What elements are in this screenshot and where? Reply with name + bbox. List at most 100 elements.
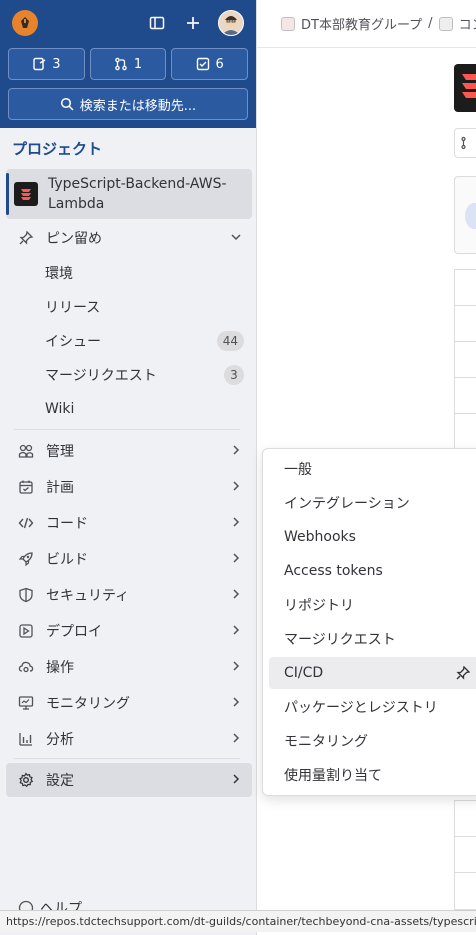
sidebar: 3 1 6 検索または移動先... プロジェクト TypeScript-Back… (0, 0, 257, 935)
deploy-icon (16, 623, 36, 639)
project-name: TypeScript-Backend-AWS-Lambda (48, 176, 227, 212)
user-avatar[interactable] (218, 10, 244, 36)
sidebar-toggle-icon[interactable] (146, 12, 168, 34)
chevron-right-icon (233, 589, 240, 599)
sidebar-item-environments[interactable]: 環境 (6, 256, 252, 290)
settings-flyout-menu: 一般 インテグレーション Webhooks Access tokens リポジト… (262, 448, 476, 796)
section-title: プロジェクト (12, 140, 103, 158)
link-status-bar: https://repos.tdctechsupport.com/dt-guil… (0, 910, 476, 932)
sidebar-item-build[interactable]: ビルド (6, 542, 252, 576)
commit-panel (454, 176, 476, 254)
sidebar-item-manage[interactable]: 管理 (6, 434, 252, 468)
chevron-right-icon (233, 625, 240, 635)
breadcrumb-separator: / (428, 16, 433, 31)
sidebar-item-deploy[interactable]: デプロイ (6, 614, 252, 648)
chevron-down-icon (231, 234, 241, 241)
sidebar-item-label: マージリクエスト (45, 368, 157, 384)
search-label: 検索または移動先... (79, 98, 197, 114)
sidebar-item-settings[interactable]: 設定 (6, 763, 252, 797)
merge-requests-badge: 3 (224, 365, 244, 385)
pin-icon[interactable] (455, 665, 471, 681)
project-avatar-icon (14, 182, 38, 206)
gitlab-logo-icon[interactable] (12, 10, 38, 36)
sidebar-item-label: 設定 (46, 773, 74, 789)
breadcrumb: DT本部教育グループ / コン (281, 14, 476, 33)
chevron-right-icon (233, 445, 240, 455)
sidebar-item-label: コード (46, 516, 88, 532)
sidebar-item-label: イシュー (45, 334, 101, 350)
sidebar-item-merge-requests[interactable]: マージリクエスト 3 (6, 358, 252, 392)
sidebar-item-label: ビルド (46, 552, 88, 568)
chevron-right-icon (233, 733, 240, 743)
cloud-gear-icon (16, 659, 36, 675)
sidebar-item-releases[interactable]: リリース (6, 290, 252, 324)
file-list (454, 269, 476, 449)
menu-item-monitor[interactable]: モニタリング (269, 725, 476, 757)
merge-requests-counter-button[interactable]: 1 (89, 48, 167, 80)
sidebar-item-label: 分析 (46, 732, 74, 748)
search-button[interactable]: 検索または移動先... (8, 88, 248, 120)
sidebar-item-security[interactable]: セキュリティ (6, 578, 252, 612)
todo-icon (196, 57, 209, 71)
sidebar-item-issues[interactable]: イシュー 44 (6, 324, 252, 358)
shield-icon (16, 587, 36, 603)
sidebar-item-label: 環境 (45, 266, 73, 282)
chart-icon (16, 731, 36, 747)
breadcrumb-group-link[interactable]: DT本部教育グループ (301, 14, 422, 33)
divider (14, 758, 240, 759)
sidebar-header: 3 1 6 検索または移動先... (0, 0, 256, 128)
code-icon (16, 515, 36, 531)
sidebar-item-label: リリース (45, 300, 101, 316)
header-divider (257, 47, 476, 48)
search-icon (60, 97, 74, 111)
sidebar-item-wiki[interactable]: Wiki (6, 392, 252, 426)
menu-item-webhooks[interactable]: Webhooks (269, 521, 476, 553)
pinned-section-toggle[interactable]: ピン留め (6, 221, 252, 255)
chevron-right-icon (233, 774, 240, 784)
issues-count: 3 (52, 56, 61, 72)
merge-request-icon (115, 57, 127, 71)
menu-item-packages-registries[interactable]: パッケージとレジストリ (269, 691, 476, 723)
sidebar-item-plan[interactable]: 計画 (6, 470, 252, 504)
gear-icon (16, 772, 36, 788)
sidebar-item-monitor[interactable]: モニタリング (6, 686, 252, 720)
issues-counter-button[interactable]: 3 (8, 48, 85, 80)
create-new-icon[interactable] (182, 12, 204, 34)
branch-selector[interactable] (454, 128, 476, 158)
sidebar-item-label: モニタリング (46, 696, 130, 712)
active-indicator (6, 173, 9, 215)
menu-item-merge-requests[interactable]: マージリクエスト (269, 623, 476, 655)
menu-item-ci-cd[interactable]: CI/CD (269, 657, 476, 689)
sidebar-item-analyze[interactable]: 分析 (6, 722, 252, 756)
sidebar-item-label: デプロイ (46, 624, 102, 640)
divider (14, 429, 240, 430)
branch-icon (461, 136, 466, 150)
sidebar-item-label: 計画 (46, 480, 74, 496)
menu-item-general[interactable]: 一般 (269, 453, 476, 485)
menu-item-repository[interactable]: リポジトリ (269, 589, 476, 621)
sidebar-item-label: 管理 (46, 444, 74, 460)
project-item[interactable]: TypeScript-Backend-AWS-Lambda (6, 169, 252, 219)
issues-icon (33, 57, 46, 71)
group-avatar-icon (281, 16, 295, 31)
menu-item-access-tokens[interactable]: Access tokens (269, 555, 476, 587)
issues-badge: 44 (216, 331, 244, 351)
sidebar-item-label: Wiki (45, 401, 75, 417)
sidebar-item-operate[interactable]: 操作 (6, 650, 252, 684)
menu-item-label: CI/CD (284, 665, 324, 681)
monitor-icon (16, 695, 36, 711)
subgroup-avatar-icon (438, 16, 453, 31)
breadcrumb-subgroup-link[interactable]: コン (459, 14, 476, 33)
commit-avatar (465, 203, 476, 229)
menu-item-usage-quotas[interactable]: 使用量割り当て (269, 759, 476, 791)
merge-requests-count: 1 (133, 56, 143, 72)
todos-counter-button[interactable]: 6 (171, 48, 249, 80)
menu-item-integrations[interactable]: インテグレーション (269, 487, 476, 519)
project-logo (454, 64, 476, 112)
sidebar-item-label: セキュリティ (46, 588, 130, 604)
sidebar-item-code[interactable]: コード (6, 506, 252, 540)
chevron-right-icon (233, 553, 240, 563)
chevron-right-icon (233, 517, 240, 527)
calendar-icon (16, 479, 36, 495)
sidebar-item-label: 操作 (46, 660, 74, 676)
